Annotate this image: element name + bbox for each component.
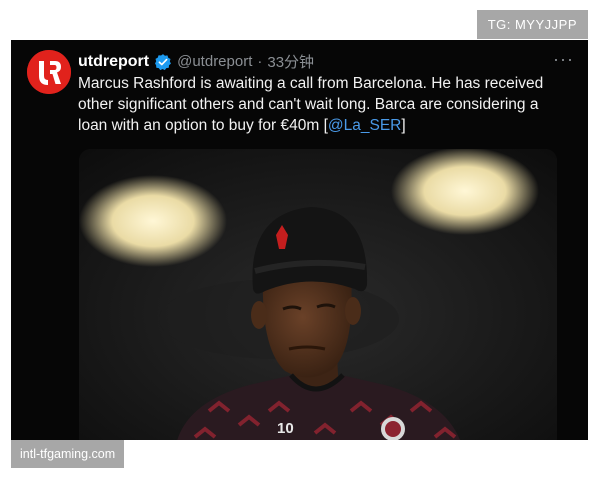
utdreport-logo-icon	[27, 50, 71, 94]
tweet-image[interactable]: 10	[79, 149, 557, 440]
player-photo: 10	[79, 149, 557, 440]
stadium-light-right	[391, 149, 539, 235]
timestamp[interactable]: 33分钟	[267, 51, 314, 72]
display-name[interactable]: utdreport	[78, 53, 149, 71]
separator-dot: ·	[257, 53, 263, 70]
avatar[interactable]	[27, 50, 71, 94]
site-watermark: intl-tfgaming.com	[11, 440, 125, 468]
verified-badge-icon	[155, 53, 172, 70]
shirt-number: 10	[277, 420, 294, 437]
more-options-icon[interactable]: ···	[553, 49, 574, 70]
tweet-body-text: Marcus Rashford is awaiting a call from …	[78, 75, 544, 134]
tweet-header: utdreport @utdreport · 33分钟	[78, 51, 314, 72]
mention-link[interactable]: @La_SER	[328, 117, 401, 134]
telegram-badge: TG: MYYJJPP	[476, 10, 588, 39]
tweet-card[interactable]: utdreport @utdreport · 33分钟 ··· Marcus R…	[11, 40, 588, 440]
user-handle[interactable]: @utdreport	[177, 53, 252, 70]
tweet-body-closing: ]	[401, 117, 406, 134]
stadium-light-left	[79, 175, 227, 267]
tweet-text: Marcus Rashford is awaiting a call from …	[78, 73, 558, 136]
